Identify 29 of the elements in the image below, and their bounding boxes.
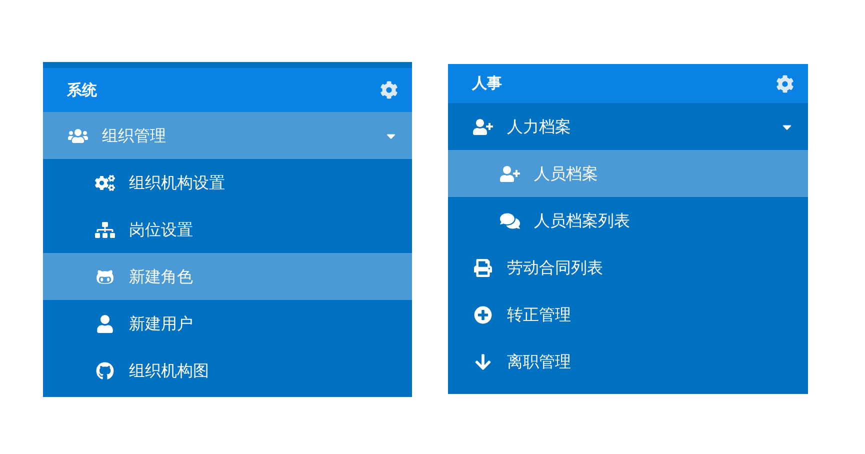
menu-label: 劳动合同列表: [507, 256, 604, 278]
menu-item[interactable]: 人员档案: [448, 150, 808, 197]
user-plus-icon: [500, 164, 520, 182]
menu-label: 离职管理: [507, 350, 572, 372]
settings-icon[interactable]: [776, 74, 794, 92]
users-icon: [68, 126, 88, 144]
sitemap-icon: [95, 220, 115, 238]
menu-label: 组织机构设置: [129, 172, 226, 194]
menu-item[interactable]: 新建角色: [43, 253, 412, 300]
menu-label: 组织管理: [102, 124, 167, 146]
menu-label: 新建角色: [129, 266, 194, 288]
menu-label: 岗位设置: [129, 218, 194, 240]
menu-label: 组织机构图: [129, 360, 210, 382]
menu-label: 人员档案: [534, 162, 599, 184]
chat-bubbles-icon: [500, 212, 520, 230]
menu-label: 人力档案: [507, 116, 572, 138]
panel-title: 人事: [472, 73, 502, 94]
arrow-down-icon: [473, 352, 493, 370]
menu-label: 人员档案列表: [534, 210, 631, 232]
menu-label: 转正管理: [507, 304, 572, 326]
cat-head-icon: [95, 268, 115, 286]
menu-label: 新建用户: [129, 312, 194, 334]
user-icon: [95, 314, 115, 332]
gears-icon: [95, 174, 115, 192]
user-plus-icon: [473, 118, 493, 136]
panel-title: 系统: [67, 80, 97, 101]
menu-item[interactable]: 组织管理: [43, 112, 412, 159]
printer-icon: [473, 258, 493, 276]
settings-icon[interactable]: [380, 81, 398, 99]
